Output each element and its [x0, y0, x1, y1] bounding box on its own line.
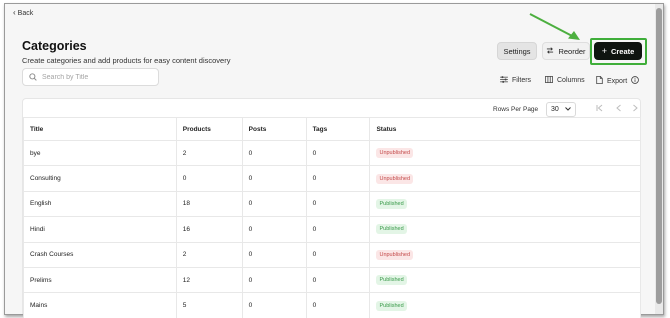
table-row[interactable]: Mains 5 0 0 Published [23, 292, 641, 318]
rows-per-page-select[interactable]: 30 [546, 102, 576, 117]
table-row[interactable]: Consulting 0 0 0 Unpublished [23, 165, 641, 192]
back-label: Back [17, 9, 34, 17]
cell-products: 2 [175, 241, 243, 268]
scrollbar-thumb[interactable] [656, 8, 662, 304]
cell-products: 5 [175, 292, 243, 318]
table-row[interactable]: Crash Courses 2 0 0 Unpublished [23, 241, 641, 268]
first-page-icon[interactable] [596, 104, 604, 114]
status-badge: Published [376, 300, 407, 311]
cell-title: Consulting [23, 165, 177, 192]
settings-button[interactable]: Settings [497, 42, 537, 60]
cell-posts: 0 [241, 241, 307, 268]
cell-title: bye [23, 139, 177, 167]
cell-title: Mains [23, 292, 177, 318]
cell-posts: 0 [241, 139, 307, 167]
create-label: Create [610, 46, 635, 56]
rows-per-page-label: Rows Per Page [493, 106, 539, 113]
reorder-label: Reorder [558, 46, 586, 56]
search-icon [29, 68, 37, 86]
status-badge: Published [376, 224, 407, 235]
columns-icon [545, 76, 553, 85]
prev-page-icon[interactable] [615, 104, 623, 114]
cell-products: 18 [175, 190, 243, 218]
table-row[interactable]: English 18 0 0 Published [23, 190, 641, 218]
status-badge: Published [376, 275, 407, 286]
page-title: Categories [22, 39, 87, 53]
columns-button[interactable]: Columns [545, 76, 585, 85]
categories-table: Title Products Posts Tags Status bye 2 0… [23, 117, 641, 318]
cell-title: Prelims [23, 266, 177, 294]
cell-status: Published [369, 216, 641, 243]
back-link[interactable]: ‹ Back [13, 9, 33, 17]
page-subtitle: Create categories and add products for e… [22, 56, 231, 65]
column-header-title[interactable]: Title [23, 117, 177, 141]
status-badge: Unpublished [376, 173, 414, 184]
info-icon [631, 76, 640, 86]
cell-status: Published [369, 292, 641, 318]
cell-tags: 0 [305, 165, 371, 192]
reorder-icon [546, 46, 554, 56]
cell-products: 2 [175, 139, 243, 167]
search-box[interactable] [22, 68, 159, 86]
cell-products: 0 [175, 165, 243, 192]
scrollbar[interactable] [655, 4, 663, 314]
table-row[interactable]: bye 2 0 0 Unpublished [23, 139, 641, 167]
rows-per-page-value: 30 [551, 106, 559, 113]
status-badge: Unpublished [376, 148, 414, 159]
create-button[interactable]: + Create [594, 42, 642, 60]
next-page-icon[interactable] [631, 104, 639, 114]
filters-label: Filters [512, 77, 532, 84]
table-header-row: Title Products Posts Tags Status [23, 117, 641, 141]
cell-posts: 0 [241, 165, 307, 192]
column-header-posts[interactable]: Posts [241, 117, 307, 141]
status-badge: Published [376, 198, 407, 209]
cell-tags: 0 [305, 190, 371, 218]
cell-title: English [23, 190, 177, 218]
cell-title: Crash Courses [23, 241, 177, 268]
chevron-down-icon [565, 106, 571, 113]
export-button[interactable]: Export [596, 76, 640, 86]
reorder-button[interactable]: Reorder [542, 42, 590, 60]
search-input[interactable] [42, 73, 152, 81]
columns-label: Columns [557, 77, 585, 84]
cell-products: 16 [175, 216, 243, 243]
cell-status: Published [369, 266, 641, 294]
cell-posts: 0 [241, 216, 307, 243]
cell-title: Hindi [23, 216, 177, 243]
plus-icon: + [601, 46, 607, 56]
column-header-products[interactable]: Products [175, 117, 243, 141]
cell-status: Unpublished [369, 139, 641, 167]
table-row[interactable]: Prelims 12 0 0 Published [23, 266, 641, 294]
export-icon [596, 76, 603, 86]
settings-label: Settings [503, 46, 531, 56]
cell-tags: 0 [305, 216, 371, 243]
cell-posts: 0 [241, 292, 307, 318]
column-header-tags[interactable]: Tags [305, 117, 371, 141]
cell-tags: 0 [305, 266, 371, 294]
cell-products: 12 [175, 266, 243, 294]
cell-posts: 0 [241, 190, 307, 218]
cell-tags: 0 [305, 292, 371, 318]
cell-posts: 0 [241, 266, 307, 294]
export-label: Export [607, 77, 628, 85]
cell-status: Unpublished [369, 241, 641, 268]
table-row[interactable]: Hindi 16 0 0 Published [23, 216, 641, 243]
column-header-status[interactable]: Status [369, 117, 641, 141]
cell-status: Unpublished [369, 165, 641, 192]
chevron-left-icon: ‹ [13, 8, 16, 17]
cell-tags: 0 [305, 241, 371, 268]
status-badge: Unpublished [376, 249, 414, 260]
cell-status: Published [369, 190, 641, 218]
filters-button[interactable]: Filters [500, 76, 531, 85]
filters-icon [500, 76, 508, 85]
cell-tags: 0 [305, 139, 371, 167]
